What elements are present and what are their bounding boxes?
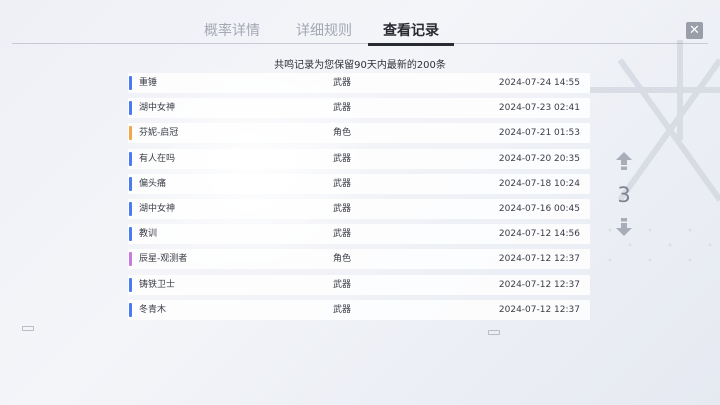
- rarity-indicator: [129, 302, 132, 317]
- record-item-name: 重锤: [139, 78, 158, 88]
- record-item-name: 湖中女神: [139, 203, 176, 214]
- record-item-name: 铸铁卫士: [139, 279, 176, 290]
- record-row: 芬妮-启冠 角色 2024-07-21 01:53: [128, 123, 590, 144]
- record-row: 铸铁卫士 武器 2024-07-12 12:37: [128, 274, 590, 295]
- rarity-indicator: [129, 252, 132, 267]
- record-row: 辰星-观测者 角色 2024-07-12 12:37: [128, 249, 590, 270]
- arrow-down-icon[interactable]: [616, 218, 632, 236]
- close-icon: ✕: [689, 23, 700, 38]
- rarity-indicator: [129, 126, 132, 141]
- record-time: 2024-07-12 12:37: [498, 254, 580, 265]
- pagination: 3: [612, 152, 636, 238]
- record-item-type: 武器: [332, 78, 351, 88]
- rarity-indicator: [129, 277, 132, 292]
- current-page-number: 3: [617, 183, 631, 207]
- record-time: 2024-07-12 14:56: [498, 229, 580, 240]
- record-item-name: 湖中女神: [139, 103, 176, 114]
- record-item-type: 武器: [332, 153, 351, 164]
- rarity-indicator: [129, 227, 132, 242]
- record-list: 重锤 武器 2024-07-24 14:55 湖中女神 武器 2024-07-23 02:…: [128, 73, 590, 325]
- decoration-mark: [22, 326, 34, 331]
- record-row: 湖中女神 武器 2024-07-16 00:45: [128, 198, 590, 219]
- record-item-type: 武器: [332, 103, 351, 114]
- record-item-name: 辰星-观测者: [139, 254, 188, 265]
- tab-probability-details[interactable]: 概率详情: [200, 18, 264, 44]
- record-time: 2024-07-21 01:53: [498, 128, 580, 139]
- record-row: 湖中女神 武器 2024-07-23 02:41: [128, 98, 590, 119]
- rarity-indicator: [129, 76, 132, 90]
- close-button[interactable]: ✕: [686, 22, 703, 39]
- record-item-type: 武器: [332, 203, 351, 214]
- rarity-indicator: [129, 101, 132, 116]
- record-item-type: 武器: [332, 304, 351, 315]
- record-item-type: 角色: [332, 254, 351, 265]
- record-row: 冬青木 武器 2024-07-12 12:37: [128, 299, 590, 320]
- rarity-indicator: [129, 151, 132, 166]
- tab-bar: 概率详情 详细规则 查看记录: [12, 18, 708, 46]
- record-item-type: 武器: [332, 229, 351, 240]
- record-time: 2024-07-12 12:37: [498, 304, 580, 315]
- record-time: 2024-07-24 14:55: [498, 78, 580, 88]
- record-row: 有人在吗 武器 2024-07-20 20:35: [128, 148, 590, 169]
- rarity-indicator: [129, 176, 132, 191]
- record-time: 2024-07-16 00:45: [498, 203, 580, 214]
- record-item-type: 角色: [332, 128, 351, 139]
- record-retention-notice: 共鸣记录为您保留90天内最新的200条: [274, 60, 446, 71]
- record-time: 2024-07-20 20:35: [498, 153, 580, 164]
- record-item-name: 教训: [139, 229, 158, 240]
- record-item-type: 武器: [332, 279, 351, 290]
- record-item-name: 冬青木: [139, 304, 167, 315]
- record-row: 教训 武器 2024-07-12 14:56: [128, 224, 590, 245]
- record-item-name: 有人在吗: [139, 153, 176, 164]
- record-row: 偏头痛 武器 2024-07-18 10:24: [128, 173, 590, 194]
- decoration-mark: [488, 330, 500, 335]
- record-time: 2024-07-23 02:41: [498, 103, 580, 114]
- record-item-name: 芬妮-启冠: [139, 128, 179, 139]
- record-item-type: 武器: [332, 178, 351, 189]
- record-time: 2024-07-12 12:37: [498, 279, 580, 290]
- rarity-indicator: [129, 201, 132, 216]
- record-item-name: 偏头痛: [139, 178, 167, 189]
- record-time: 2024-07-18 10:24: [498, 178, 580, 189]
- tab-view-records[interactable]: 查看记录: [368, 18, 454, 46]
- tab-divider: [12, 43, 708, 44]
- tab-detailed-rules[interactable]: 详细规则: [292, 18, 356, 44]
- arrow-up-icon[interactable]: [616, 152, 632, 170]
- record-row: 重锤 武器 2024-07-24 14:55: [128, 73, 590, 93]
